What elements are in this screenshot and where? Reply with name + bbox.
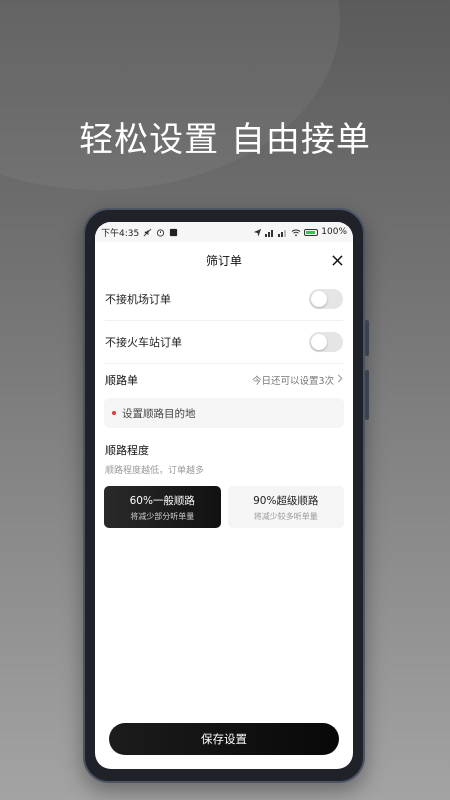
destination-input[interactable]: 设置顺路目的地: [104, 398, 344, 428]
status-bar: 下午4:35 100%: [95, 222, 353, 242]
promo-headline: 轻松设置 自由接单: [79, 120, 371, 160]
close-icon[interactable]: [329, 252, 345, 268]
red-dot-icon: [112, 411, 116, 415]
alarm-icon: [155, 227, 165, 237]
option-subtitle: 将减少部分听单量: [130, 511, 195, 521]
option-90-percent[interactable]: 90%超级顺路 将减少较多听单量: [227, 486, 344, 528]
phone-screen: 下午4:35 100% 筛订单 不接机场订单 不接火车站订单 顺路单 今日还可以…: [95, 222, 353, 769]
destination-placeholder: 设置顺路目的地: [122, 407, 196, 420]
toggle-knob: [311, 334, 327, 350]
filter-row-airport: 不接机场订单: [105, 278, 343, 321]
airport-toggle[interactable]: [309, 289, 343, 309]
chevron-right-icon: [337, 374, 343, 386]
station-toggle[interactable]: [309, 332, 343, 352]
sheet-title: 筛订单: [205, 253, 242, 268]
option-title: 60%一般顺路: [129, 494, 195, 507]
filter-label-airport: 不接机场订单: [105, 293, 171, 306]
status-time: 下午4:35: [101, 228, 140, 239]
filter-row-station: 不接火车站订单: [105, 321, 343, 364]
route-degree-title: 顺路程度: [105, 444, 149, 457]
location-icon: [252, 227, 262, 237]
route-degree-options: 60%一般顺路 将减少部分听单量 90%超级顺路 将减少较多听单量: [104, 486, 344, 528]
promo-page: 轻松设置 自由接单 下午4:35 100% 筛订单 不接机场订单 不接火车站订单…: [0, 0, 450, 800]
save-settings-button[interactable]: 保存设置: [109, 723, 339, 755]
route-degree-subtitle: 顺路程度越低，订单越多: [105, 466, 205, 476]
option-title: 90%超级顺路: [253, 494, 319, 507]
phone-volume-button: [365, 320, 369, 356]
route-order-label: 顺路单: [105, 374, 138, 387]
toggle-knob: [311, 291, 327, 307]
battery-icon: [304, 228, 319, 236]
wifi-icon: [291, 227, 301, 237]
route-order-remaining-link[interactable]: 今日还可以设置3次: [252, 373, 343, 387]
option-subtitle: 将减少较多听单量: [253, 511, 318, 521]
route-order-header: 顺路单 今日还可以设置3次: [105, 364, 343, 396]
background-shape: [0, 0, 340, 190]
mute-icon: [142, 227, 152, 237]
option-60-percent[interactable]: 60%一般顺路 将减少部分听单量: [104, 486, 221, 528]
phone-frame: 下午4:35 100% 筛订单 不接机场订单 不接火车站订单 顺路单 今日还可以…: [83, 208, 369, 783]
signal-icon: [265, 227, 275, 237]
signal-icon-2: [278, 227, 288, 237]
route-order-remaining-text: 今日还可以设置3次: [251, 376, 334, 387]
filter-label-station: 不接火车站订单: [105, 336, 182, 349]
sheet-header: 筛订单: [95, 242, 353, 278]
app-notification-icon: [168, 227, 178, 237]
phone-power-button: [365, 370, 369, 420]
battery-level: 100%: [321, 227, 347, 237]
